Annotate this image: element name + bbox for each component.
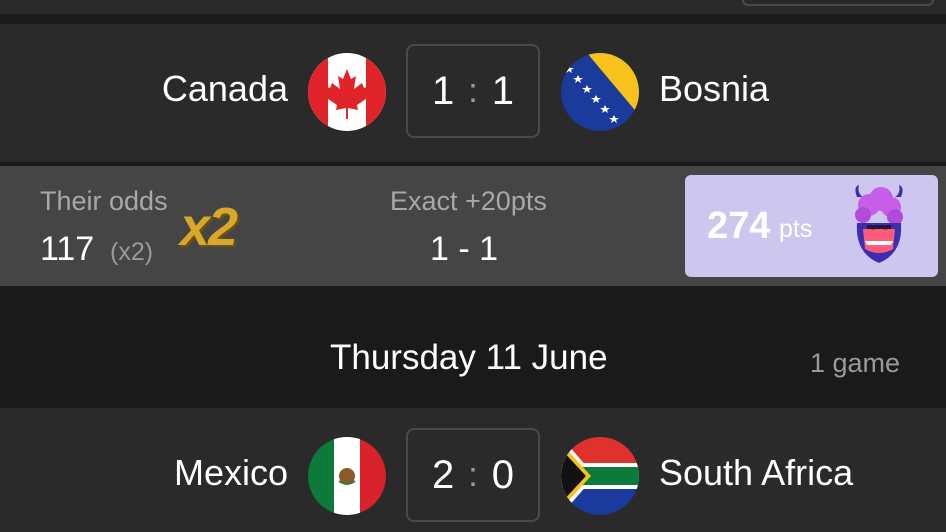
mexico-flag-icon [308,437,386,515]
odds-value: 117 [40,230,95,268]
boost-badge: x2 [180,197,238,257]
day-title: Thursday 11 June [330,338,608,377]
score-separator: : [468,71,478,110]
home-team-name: Mexico [173,452,288,493]
canada-flag-icon [308,53,386,131]
game-count: 1 game [810,348,901,378]
previous-card-edge [0,0,946,14]
exact-label: Exact +20pts [390,186,547,216]
home-score: 2 [432,452,455,497]
day-header: Thursday 11 June 1 game [0,338,946,388]
south-africa-flag-icon [561,437,639,515]
prediction-bar: Their odds 117 (x2) x2 Exact +20pts 1 - … [0,166,946,286]
match-card[interactable]: Canada 1 : 1 Bosnia [0,24,946,162]
home-team-name: Canada [161,68,288,109]
odds-label: Their odds [40,186,168,216]
prediction-value: 1 - 1 [430,230,499,268]
points-value: 274 [707,205,771,247]
away-score: 0 [491,452,514,497]
mascot-avatar-icon [843,183,915,269]
match-card[interactable]: Mexico 2 : 0 South Africa [0,408,946,532]
away-team-name: South Africa [659,452,854,493]
bosnia-flag-icon [561,53,639,131]
away-score: 1 [491,68,514,113]
points-unit: pts [779,215,813,243]
points-card[interactable]: 274 pts [685,175,938,277]
previous-card-button-edge[interactable] [742,0,934,6]
score-box[interactable]: 2 : 0 [406,428,540,522]
odds-multiplier: (x2) [110,238,154,266]
score-box[interactable]: 1 : 1 [406,44,540,138]
away-team-name: Bosnia [659,68,770,109]
score-separator: : [468,455,478,494]
home-score: 1 [432,68,455,113]
